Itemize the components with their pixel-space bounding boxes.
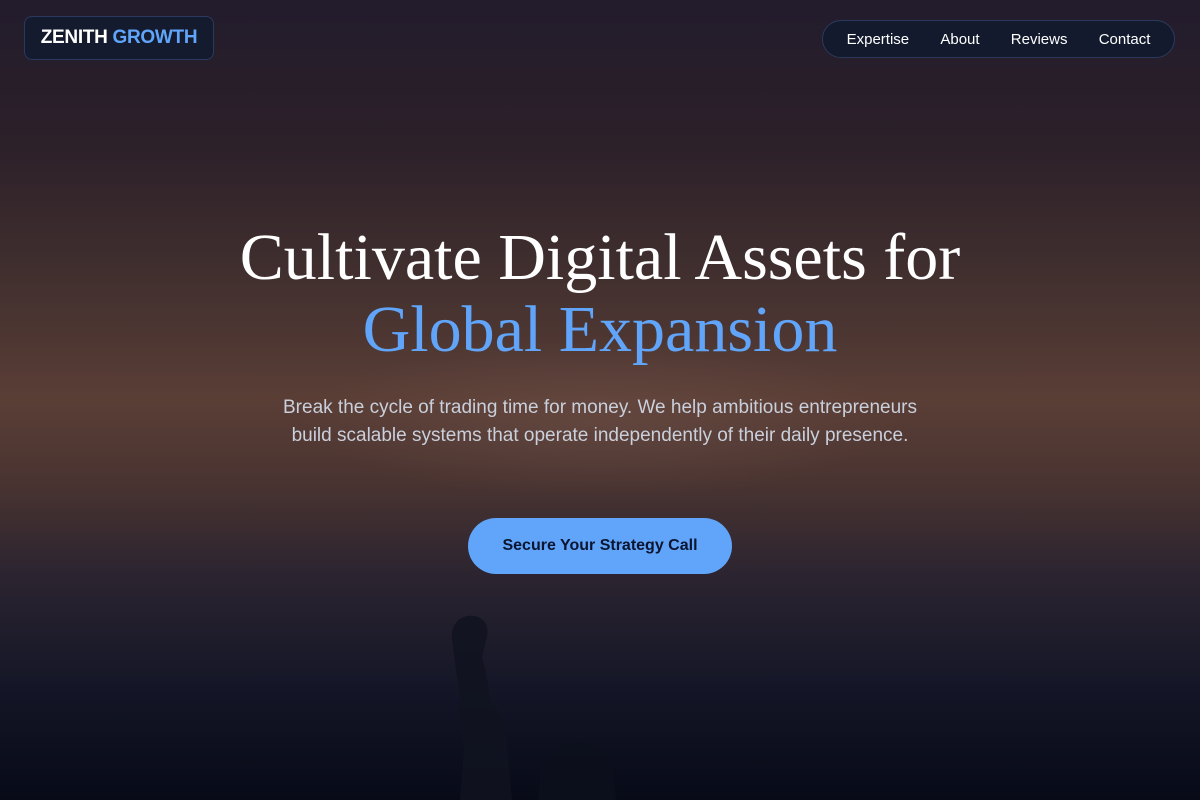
nav-item-expertise[interactable]: Expertise [839, 27, 918, 52]
hero-headline-accent: Global Expansion [362, 293, 838, 366]
hero-headline-line1: Cultivate Digital Assets for [239, 221, 961, 294]
nav-item-about[interactable]: About [932, 27, 987, 52]
nav-item-contact[interactable]: Contact [1091, 27, 1159, 52]
strategy-call-button[interactable]: Secure Your Strategy Call [468, 518, 732, 574]
raised-fist-silhouette [451, 615, 616, 800]
main-nav: Expertise About Reviews Contact [822, 20, 1175, 58]
nav-item-reviews[interactable]: Reviews [1003, 27, 1076, 52]
hero-headline: Cultivate Digital Assets for Global Expa… [0, 222, 1200, 366]
hero-subtitle: Break the cycle of trading time for mone… [283, 397, 917, 446]
brand-word-growth: GROWTH [112, 27, 198, 48]
brand-word-zenith: ZENITH [40, 27, 108, 48]
brand-logo[interactable]: ZENITH GROWTH [24, 16, 214, 60]
